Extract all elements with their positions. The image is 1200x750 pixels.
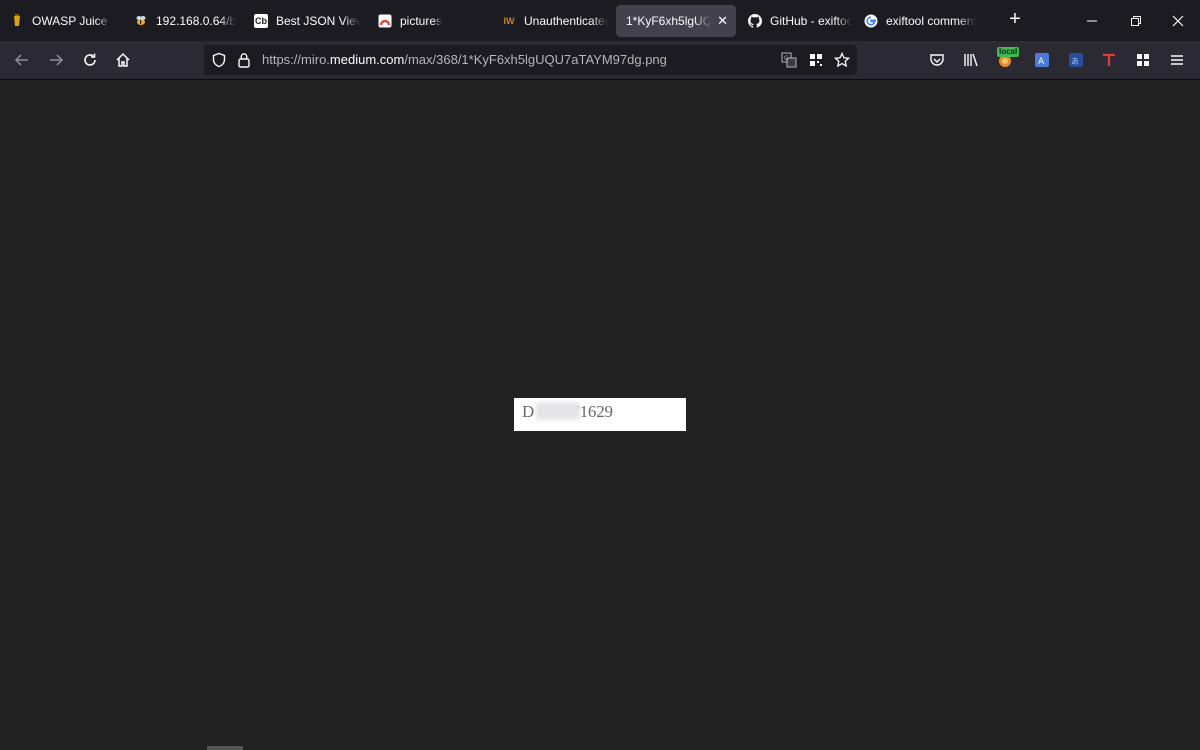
github-icon bbox=[748, 14, 762, 28]
tab-pictures[interactable]: pictures bbox=[368, 5, 492, 37]
reload-icon bbox=[84, 53, 96, 66]
tab-unauthenticated[interactable]: IW Unauthenticated bbox=[492, 5, 616, 37]
new-tab-button[interactable]: + bbox=[1005, 9, 1025, 31]
hamburger-menu-icon[interactable] bbox=[1167, 50, 1187, 70]
url-bar[interactable]: https://miro.medium.com/max/368/1*KyF6xh… bbox=[204, 45, 857, 75]
tab-title: pictures bbox=[400, 14, 443, 28]
tracking-protection-shield-icon[interactable] bbox=[210, 51, 228, 69]
tab-title: OWASP Juice Shop bbox=[32, 14, 112, 28]
tab-title: Unauthenticated bbox=[524, 14, 608, 28]
restore-button[interactable] bbox=[1114, 0, 1158, 41]
close-window-button[interactable] bbox=[1156, 0, 1200, 41]
svg-text:G: G bbox=[784, 55, 789, 62]
pictures-favicon-icon bbox=[378, 14, 392, 28]
tab-bwapp[interactable]: 192.168.0.64/bWAPP bbox=[120, 5, 244, 37]
tab-title: exiftool comment bbox=[886, 14, 976, 28]
tab-title: GitHub - exiftool bbox=[770, 14, 852, 28]
iw-favicon-icon: IW bbox=[503, 16, 515, 26]
tab-title: Best JSON Viewer bbox=[276, 14, 360, 28]
translate-extension-icon[interactable]: A bbox=[1032, 50, 1052, 70]
tab-active-image[interactable]: 1*KyF6xh5lgUQU7aTAYM97dg.png ✕ bbox=[616, 5, 736, 37]
tab-best-json-viewer[interactable]: Cb Best JSON Viewer bbox=[244, 5, 368, 37]
displayed-image[interactable]: D 000271629 bbox=[514, 398, 686, 431]
url-path: /max/368/1*KyF6xh5lgUQU7aTAYM97dg.png bbox=[404, 52, 667, 67]
bottom-edge-fragment bbox=[207, 746, 243, 750]
tab-github-exiftool[interactable]: GitHub - exiftool bbox=[736, 5, 860, 37]
bookmark-star-icon[interactable] bbox=[833, 51, 851, 69]
home-button[interactable] bbox=[112, 49, 134, 71]
translate-alt-extension-icon[interactable]: あ bbox=[1066, 50, 1086, 70]
image-viewer: D 000271629 bbox=[0, 80, 1200, 750]
close-tab-icon[interactable]: ✕ bbox=[717, 13, 728, 29]
minimize-button[interactable] bbox=[1070, 0, 1114, 41]
restore-icon bbox=[1131, 15, 1141, 26]
tab-exiftool-comment[interactable]: exiftool comment bbox=[860, 5, 984, 37]
tab-owasp-juice-shop[interactable]: OWASP Juice Shop bbox=[0, 5, 120, 37]
reload-button[interactable] bbox=[79, 49, 101, 71]
lock-icon[interactable] bbox=[235, 51, 253, 69]
url-text[interactable]: https://miro.medium.com/max/368/1*KyF6xh… bbox=[262, 52, 667, 67]
tab-title: 192.168.0.64/bWAPP bbox=[156, 14, 236, 28]
svg-text:A: A bbox=[1038, 57, 1045, 67]
pocket-icon[interactable] bbox=[927, 50, 947, 70]
translate-page-icon[interactable]: G bbox=[780, 51, 798, 69]
svg-text:あ: あ bbox=[1071, 57, 1079, 66]
google-icon bbox=[864, 14, 878, 28]
url-host: medium.com bbox=[329, 52, 405, 67]
extensions-grid-icon[interactable] bbox=[1133, 50, 1153, 70]
forward-button[interactable] bbox=[45, 49, 67, 71]
bee-favicon-icon bbox=[134, 14, 148, 28]
t-extension-icon[interactable] bbox=[1099, 50, 1119, 70]
arrow-right-icon bbox=[50, 54, 64, 66]
close-icon bbox=[1172, 15, 1184, 26]
navigation-toolbar: https://miro.medium.com/max/368/1*KyF6xh… bbox=[0, 41, 1200, 80]
codebeautify-favicon-icon: Cb bbox=[254, 14, 268, 28]
home-icon bbox=[116, 52, 130, 67]
extension-badge: local bbox=[997, 47, 1020, 57]
library-icon[interactable] bbox=[961, 50, 981, 70]
juice-shop-favicon-icon bbox=[10, 14, 24, 28]
qr-code-icon[interactable] bbox=[807, 51, 825, 69]
redaction-blur bbox=[536, 402, 580, 420]
tab-title: 1*KyF6xh5lgUQU7aTAYM97dg.png bbox=[626, 14, 712, 28]
arrow-left-icon bbox=[14, 54, 28, 66]
minimize-icon bbox=[1087, 20, 1097, 21]
back-button[interactable] bbox=[11, 49, 33, 71]
url-prefix: https://miro. bbox=[262, 52, 330, 67]
